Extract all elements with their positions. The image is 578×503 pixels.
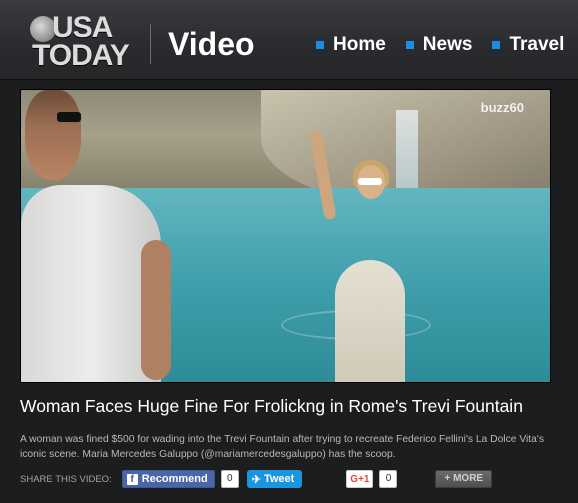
nav-item-home[interactable]: Home [316,34,386,56]
google-plus-button[interactable]: G+1 [346,470,374,488]
video-frame-figure-glasses [358,178,382,185]
usa-today-logo[interactable]: USA TODAY [30,12,130,72]
more-share-button[interactable]: + MORE [435,470,493,488]
video-watermark: buzz60 [480,100,524,115]
video-frame-figure-woman [335,260,405,382]
square-bullet-icon [316,41,324,49]
nav-item-travel[interactable]: Travel [492,34,564,56]
google-plus-count: 0 [379,470,398,488]
header-divider [150,24,151,64]
video-title: Woman Faces Huge Fine For Frolickng in R… [20,396,523,416]
facebook-count: 0 [220,470,239,488]
share-bar: SHARE THIS VIDEO: f Recommend 0 ✈ Tweet … [20,470,493,488]
nav-item-news[interactable]: News [405,34,473,56]
video-frame-figure-man [21,185,161,382]
nav-label: Home [333,34,386,55]
tweet-label: Tweet [263,473,295,485]
site-header: USA TODAY Video Home News Travel [0,0,578,80]
google-plus-label: G+1 [350,473,370,485]
video-description: A woman was fined $500 for wading into t… [20,434,545,460]
tweet-button[interactable]: ✈ Tweet [246,470,303,488]
section-title: Video [168,26,255,62]
facebook-icon: f [126,473,138,485]
share-label: SHARE THIS VIDEO: [20,473,112,485]
logo-text-today: TODAY [32,39,130,72]
video-frame-figure-man-arm [141,240,171,380]
square-bullet-icon [492,41,501,49]
facebook-recommend-button[interactable]: f Recommend [121,470,215,488]
bird-icon: ✈ [251,473,261,486]
video-frame-figure-man-shades [57,112,81,122]
facebook-recommend-label: Recommend [141,473,208,485]
video-player[interactable]: buzz60 [20,89,551,383]
square-bullet-icon [405,41,414,49]
video-frame-figure-man-head [25,90,81,180]
video-frame-waterfall [396,110,418,200]
nav-label: Travel [509,34,565,55]
main-nav: Home News Travel [316,34,578,56]
nav-label: News [422,34,473,55]
